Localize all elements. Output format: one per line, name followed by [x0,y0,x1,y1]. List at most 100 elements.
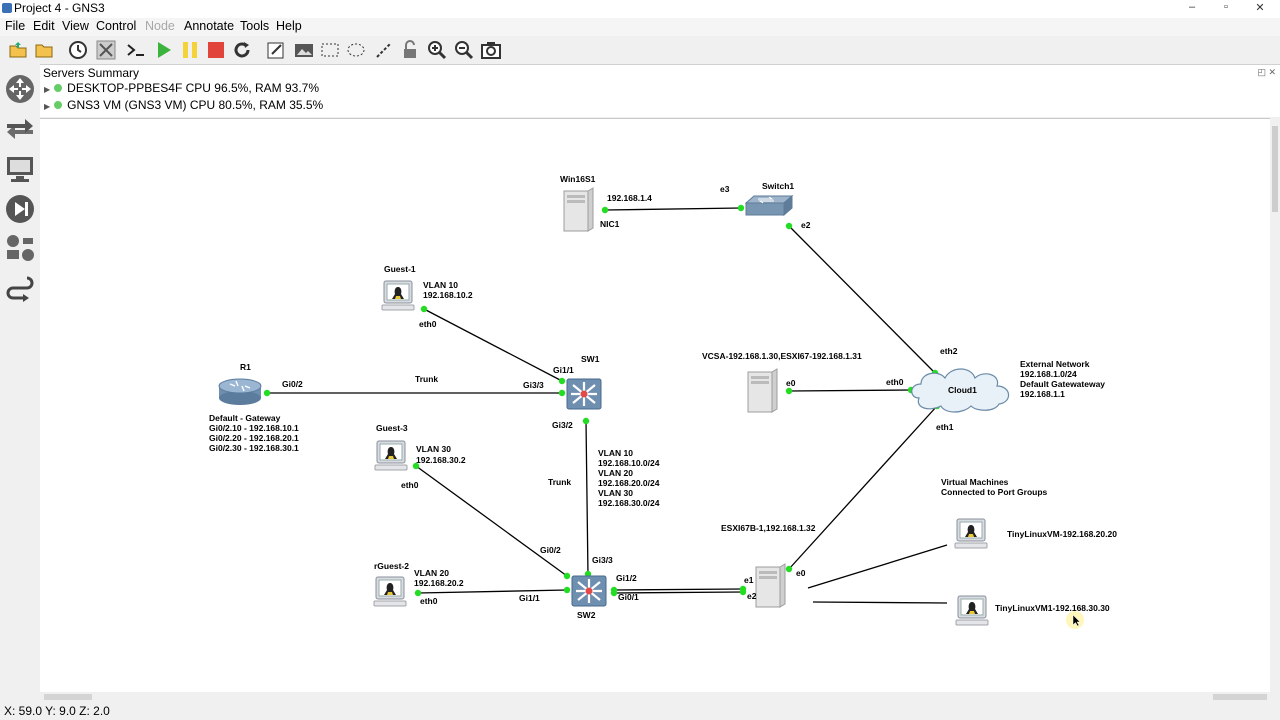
node-tinylinuxvm1[interactable] [955,595,989,626]
draw-line-icon[interactable] [374,40,394,60]
server-label: GNS3 VM (GNS3 VM) CPU 80.5%, RAM 35.5% [67,98,324,112]
vertical-scroll-thumb[interactable] [1272,126,1278,212]
node-rguest-2[interactable] [373,576,407,607]
trunk-label-r1: Trunk [415,374,438,384]
vlan-list-line: VLAN 10 [598,448,633,458]
end-devices-icon[interactable] [5,154,35,184]
sw1-port-gi32: Gi3/2 [552,420,573,430]
vlan-list-line: 192.168.20.0/24 [598,478,660,488]
switch1-port-e2: e2 [801,220,811,230]
esxi-port-e0: e0 [796,568,806,578]
rguest2-ip: 192.168.20.2 [414,578,464,588]
menu-annotate[interactable]: Annotate [184,19,234,33]
expand-arrow-icon[interactable]: ▶ [44,85,50,94]
trunk-label-sw: Trunk [548,477,571,487]
suspend-all-icon[interactable] [180,40,200,60]
minimize-button[interactable]: – [1182,1,1202,13]
menu-view[interactable]: View [62,19,89,33]
links[interactable] [267,207,948,604]
add-link-icon[interactable] [5,274,35,304]
open-folder-icon[interactable] [34,40,54,60]
menu-node[interactable]: Node [145,19,175,33]
window-title: Project 4 - GNS3 [14,1,105,15]
routers-icon[interactable] [5,74,35,104]
server-status-icon [54,101,63,109]
node-guest-3[interactable] [374,440,408,471]
link-win16s1-switch1 [604,207,742,211]
close-button[interactable]: ✕ [1250,1,1270,14]
expand-arrow-icon[interactable]: ▶ [44,102,50,111]
menu-tools[interactable]: Tools [240,19,269,33]
topology-canvas[interactable]: Win16S1 192.168.1.4 NIC1 Switch1 e3 e2 G… [40,118,1270,693]
node-switch1[interactable] [744,194,794,217]
port-status-dots [263,204,941,597]
zoom-in-icon[interactable] [427,40,447,60]
show-interface-labels-icon[interactable] [96,40,116,60]
switch1-name: Switch1 [762,181,794,191]
gns3-app-icon [2,3,12,13]
vertical-scrollbar[interactable] [1270,118,1280,702]
switches-icon[interactable] [5,114,35,144]
sw2-name: SW2 [577,610,596,620]
esxi-port-e1: e1 [744,575,754,585]
menu-help[interactable]: Help [276,19,302,33]
device-toolbar [0,64,40,720]
win16s1-port: NIC1 [600,219,620,229]
r1-desc-line: Default - Gateway [209,413,281,423]
guest3-vlan: VLAN 30 [416,444,451,454]
vlan-list-line: VLAN 20 [598,468,633,478]
screenshot-camera-icon[interactable] [481,40,501,60]
topology-drawing[interactable]: Win16S1 192.168.1.4 NIC1 Switch1 e3 e2 G… [40,119,1270,693]
insert-picture-icon[interactable] [294,40,314,60]
link-guest1-sw1 [423,308,563,382]
draw-rectangle-icon[interactable] [320,40,340,60]
node-vcsa-esxi67[interactable] [747,368,778,413]
link-esxi-tinyvm2 [812,601,948,604]
cloud1-name: Cloud1 [948,385,977,395]
security-devices-icon[interactable] [5,194,35,224]
guest1-vlan: VLAN 10 [423,280,458,290]
external-network-line: External Network [1020,359,1090,369]
node-win16s1[interactable] [563,187,594,232]
console-all-icon[interactable] [126,40,146,60]
horizontal-scrollbar[interactable] [40,692,1270,702]
win16s1-ip: 192.168.1.4 [607,193,652,203]
node-sw2[interactable] [570,574,608,608]
node-sw1[interactable] [565,377,603,411]
node-esxi67b-1[interactable] [755,563,786,608]
open-project-icon[interactable] [8,40,28,60]
start-all-icon[interactable] [154,40,174,60]
status-bar: X: 59.0 Y: 9.0 Z: 2.0 [0,702,1280,720]
menu-edit[interactable]: Edit [33,19,55,33]
guest3-name: Guest-3 [376,423,408,433]
link-vcsa-cloud1 [788,389,912,392]
guest3-port: eth0 [401,480,419,490]
snapshot-clock-icon[interactable] [68,40,88,60]
menu-file[interactable]: File [5,19,25,33]
zoom-out-icon[interactable] [454,40,474,60]
dock-float-close-icon[interactable]: ◰ ✕ [1257,67,1276,78]
sw2-port-gi12: Gi1/2 [616,573,637,583]
vlan-list-line: 192.168.10.0/24 [598,458,660,468]
lock-items-icon[interactable] [400,40,420,60]
node-guest-1[interactable] [381,280,415,311]
horizontal-scroll-thumb-right[interactable] [1213,694,1267,700]
node-tinylinuxvm[interactable] [954,518,988,549]
stop-all-icon[interactable] [206,40,226,60]
sw2-port-gi02: Gi0/2 [540,545,561,555]
menu-bar: File Edit View Control Node Annotate Too… [0,18,1280,36]
horizontal-scroll-thumb-left[interactable] [44,694,92,700]
cloud1-port-eth2: eth2 [940,346,958,356]
reload-all-icon[interactable] [232,40,252,60]
mouse-cursor-icon [1066,611,1084,629]
maximize-button[interactable]: ▫ [1216,1,1236,13]
server-label: DESKTOP-PPBES4F CPU 96.5%, RAM 93.7% [67,81,320,95]
menu-control[interactable]: Control [96,19,136,33]
all-devices-icon[interactable] [5,234,35,264]
r1-port: Gi0/2 [282,379,303,389]
node-r1[interactable] [218,378,262,405]
draw-ellipse-icon[interactable] [346,40,366,60]
server-item-gns3vm[interactable]: ▶ GNS3 VM (GNS3 VM) CPU 80.5%, RAM 35.5% [44,98,323,112]
server-item-local[interactable]: ▶ DESKTOP-PPBES4F CPU 96.5%, RAM 93.7% [44,81,319,95]
add-note-icon[interactable] [266,40,286,60]
